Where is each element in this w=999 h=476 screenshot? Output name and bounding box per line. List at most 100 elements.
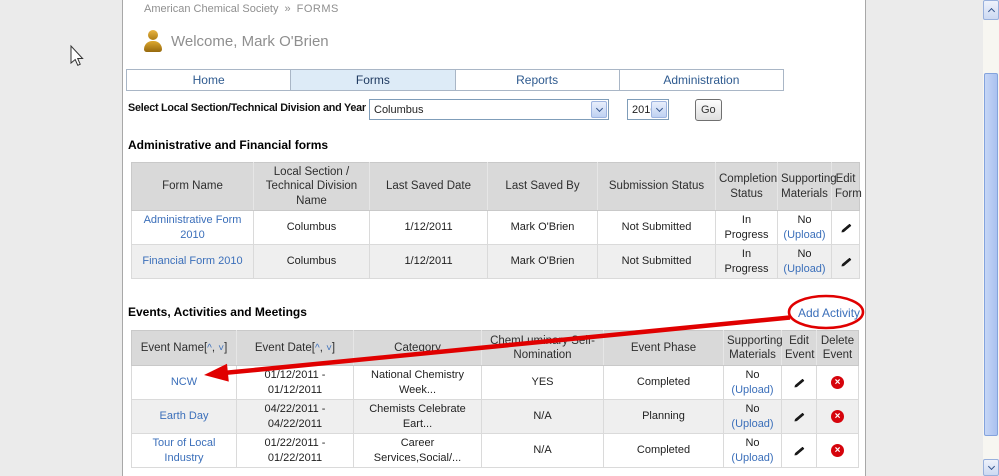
event-name-cell: Tour of Local Industry — [132, 434, 237, 468]
breadcrumb-current: FORMS — [297, 3, 339, 15]
table-row: NCW 01/12/2011 - 01/12/2011 National Che… — [132, 366, 859, 400]
materials-status: No — [727, 368, 778, 382]
admin-table-header-row: Form Name Local Section / Technical Divi… — [132, 163, 860, 211]
col-submission-status: Submission Status — [598, 163, 716, 211]
admin-forms-heading: Administrative and Financial forms — [128, 138, 328, 152]
materials-status: No — [727, 436, 778, 450]
event-link[interactable]: Earth Day — [160, 410, 209, 422]
event-date-cell: 01/12/2011 - 01/12/2011 — [237, 366, 354, 400]
breadcrumb: American Chemical Society » FORMS — [144, 3, 345, 15]
col-last-saved-by: Last Saved By — [488, 163, 598, 211]
chevron-down-icon[interactable] — [591, 101, 607, 118]
table-row: Financial Form 2010 Columbus 1/12/2011 M… — [132, 245, 860, 279]
add-activity-link[interactable]: Add Activity — [798, 306, 860, 320]
edit-cell[interactable] — [832, 211, 860, 245]
date-cell: 1/12/2011 — [370, 245, 488, 279]
materials-cell: No (Upload) — [778, 245, 832, 279]
upload-link[interactable]: (Upload) — [731, 452, 773, 464]
tab-reports[interactable]: Reports — [456, 70, 620, 90]
edit-pencil-icon[interactable] — [840, 224, 851, 234]
saved-by-cell: Mark O'Brien — [488, 211, 598, 245]
completion-cell: In Progress — [716, 245, 778, 279]
tab-forms[interactable]: Forms — [291, 70, 455, 90]
edit-cell[interactable] — [782, 434, 817, 468]
phase-cell: Planning — [604, 400, 724, 434]
welcome-message: Welcome, Mark O'Brien — [171, 33, 329, 50]
section-cell: Columbus — [254, 211, 370, 245]
edit-cell[interactable] — [832, 245, 860, 279]
materials-status: No — [727, 402, 778, 416]
form-name-cell: Financial Form 2010 — [132, 245, 254, 279]
welcome-banner: Welcome, Mark O'Brien — [143, 30, 329, 52]
admin-forms-table: Form Name Local Section / Technical Divi… — [131, 162, 860, 279]
form-link[interactable]: Administrative Form 2010 — [144, 214, 242, 240]
col-completion-status: Completion Status — [716, 163, 778, 211]
materials-cell: No (Upload) — [724, 434, 782, 468]
col-section: Local Section / Technical Division Name — [254, 163, 370, 211]
breadcrumb-root[interactable]: American Chemical Society — [144, 3, 279, 15]
event-link[interactable]: NCW — [171, 376, 197, 388]
category-cell: National Chemistry Week... — [354, 366, 482, 400]
delete-icon[interactable]: × — [831, 444, 844, 457]
event-link[interactable]: Tour of Local Industry — [153, 437, 216, 463]
col-supporting-materials: Supporting Materials — [778, 163, 832, 211]
col-edit-event: Edit Event — [782, 331, 817, 366]
delete-icon[interactable]: × — [831, 410, 844, 423]
materials-status: No — [781, 247, 828, 261]
edit-pencil-icon[interactable] — [840, 258, 851, 268]
page: American Chemical Society » FORMS Welcome,… — [0, 0, 999, 476]
upload-link[interactable]: (Upload) — [731, 384, 773, 396]
table-row: Tour of Local Industry 01/22/2011 - 01/2… — [132, 434, 859, 468]
delete-icon[interactable]: × — [831, 376, 844, 389]
phase-cell: Completed — [604, 366, 724, 400]
delete-cell[interactable]: × — [817, 434, 859, 468]
upload-link[interactable]: (Upload) — [783, 229, 825, 241]
category-cell: Chemists Celebrate Eart... — [354, 400, 482, 434]
nomination-cell: YES — [482, 366, 604, 400]
upload-link[interactable]: (Upload) — [783, 263, 825, 275]
chevron-down-icon[interactable] — [651, 101, 667, 118]
section-select-value: Columbus — [374, 104, 424, 116]
col-supporting-materials: Supporting Materials — [724, 331, 782, 366]
content-area: American Chemical Society » FORMS Welcome,… — [122, 0, 866, 476]
delete-cell[interactable]: × — [817, 366, 859, 400]
scroll-up-icon[interactable] — [983, 0, 999, 20]
scrollbar-thumb[interactable] — [984, 73, 998, 436]
phase-cell: Completed — [604, 434, 724, 468]
upload-link[interactable]: (Upload) — [731, 418, 773, 430]
tab-administration[interactable]: Administration — [620, 70, 783, 90]
go-button[interactable]: Go — [695, 99, 722, 121]
completion-cell: In Progress — [716, 211, 778, 245]
col-edit-form: Edit Form — [832, 163, 860, 211]
category-cell: Career Services,Social/... — [354, 434, 482, 468]
edit-pencil-icon[interactable] — [793, 379, 804, 389]
submission-cell: Not Submitted — [598, 211, 716, 245]
saved-by-cell: Mark O'Brien — [488, 245, 598, 279]
col-nomination: ChemLuminary Self-Nomination — [482, 331, 604, 366]
edit-cell[interactable] — [782, 366, 817, 400]
year-select[interactable]: 2010 — [627, 99, 669, 120]
edit-pencil-icon[interactable] — [793, 413, 804, 423]
tab-home[interactable]: Home — [127, 70, 291, 90]
section-cell: Columbus — [254, 245, 370, 279]
scroll-down-icon[interactable] — [983, 459, 999, 476]
col-last-saved-date: Last Saved Date — [370, 163, 488, 211]
event-name-cell: Earth Day — [132, 400, 237, 434]
edit-cell[interactable] — [782, 400, 817, 434]
event-date-cell: 01/22/2011 - 01/22/2011 — [237, 434, 354, 468]
nomination-cell: N/A — [482, 400, 604, 434]
submission-cell: Not Submitted — [598, 245, 716, 279]
form-name-cell: Administrative Form 2010 — [132, 211, 254, 245]
events-table: Event Name[^, ˅] Event Date[^, ˅] Catego… — [131, 330, 859, 468]
events-table-header-row: Event Name[^, ˅] Event Date[^, ˅] Catego… — [132, 331, 859, 366]
materials-cell: No (Upload) — [724, 400, 782, 434]
delete-cell[interactable]: × — [817, 400, 859, 434]
section-select[interactable]: Columbus — [369, 99, 609, 120]
edit-pencil-icon[interactable] — [793, 447, 804, 457]
vertical-scrollbar[interactable] — [983, 0, 999, 476]
breadcrumb-separator-icon: » — [285, 3, 291, 15]
col-delete-event: Delete Event — [817, 331, 859, 366]
form-link[interactable]: Financial Form 2010 — [142, 255, 242, 267]
table-row: Administrative Form 2010 Columbus 1/12/2… — [132, 211, 860, 245]
events-heading: Events, Activities and Meetings — [128, 305, 307, 319]
